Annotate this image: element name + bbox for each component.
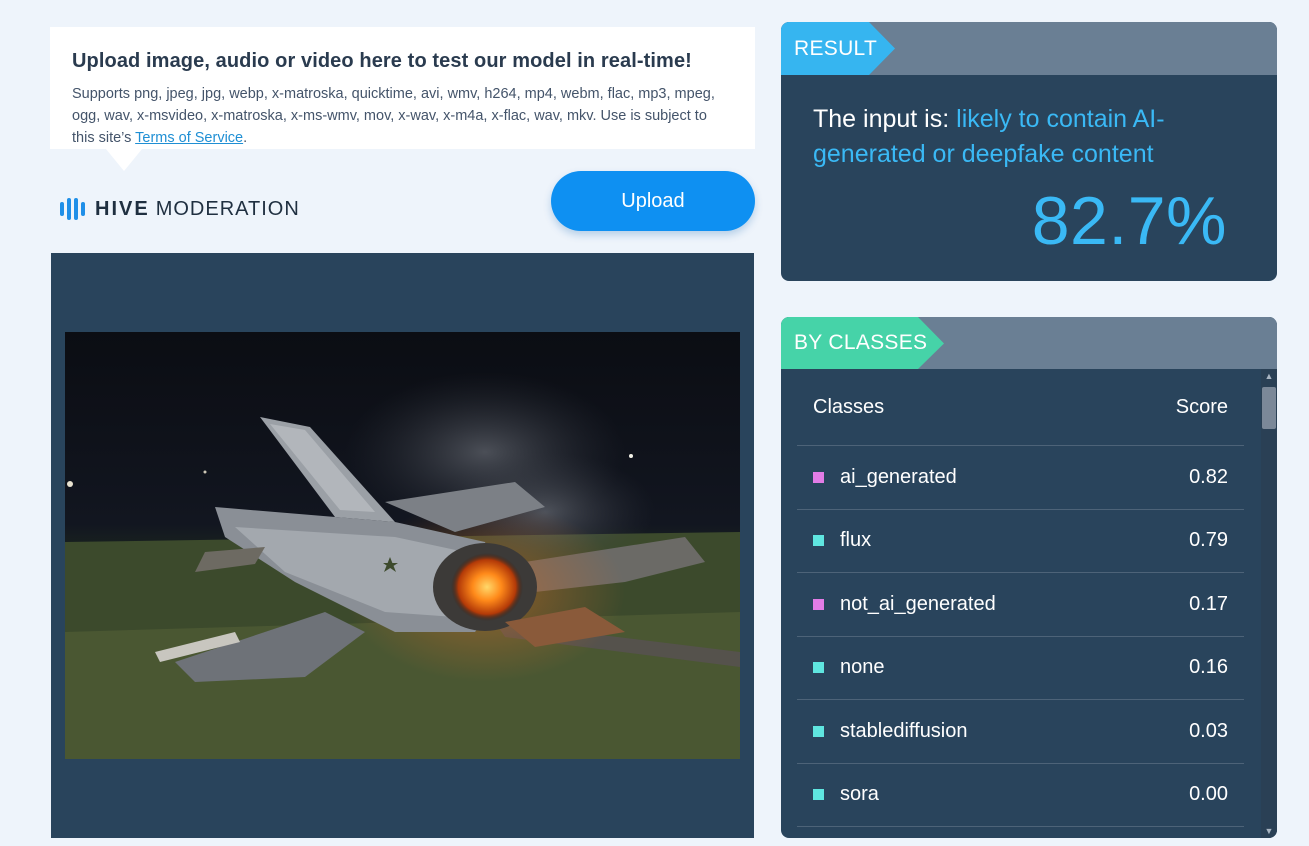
class-score: 0.03 — [1189, 719, 1228, 742]
class-score: 0.16 — [1189, 656, 1228, 679]
upload-button[interactable]: Upload — [551, 171, 755, 231]
uploaded-image-preview — [65, 332, 740, 759]
scroll-thumb[interactable] — [1262, 387, 1276, 429]
result-tab: RESULT — [781, 22, 895, 75]
class-color-swatch — [813, 471, 824, 483]
class-name-cell: ai_generated — [813, 466, 957, 489]
logo-word-hive: HIVE — [95, 197, 150, 220]
upload-info-card: Upload image, audio or video here to tes… — [50, 27, 755, 171]
upload-info-title: Upload image, audio or video here to tes… — [72, 50, 692, 72]
crashed-jet-image — [65, 332, 740, 759]
class-row: flux 0.79 — [797, 510, 1244, 573]
result-card-header: RESULT — [781, 22, 1277, 75]
media-preview-panel — [51, 253, 754, 838]
class-score: 0.00 — [1189, 783, 1228, 806]
by-classes-tab: BY CLASSES — [781, 317, 944, 369]
class-name: none — [840, 656, 885, 679]
scroll-up-arrow-icon[interactable]: ▲ — [1261, 369, 1277, 383]
result-prefix: The input is: — [813, 105, 957, 133]
classes-card: BY CLASSES Classes Score ai_generated 0.… — [781, 317, 1277, 838]
terms-suffix: . — [243, 130, 248, 146]
class-color-swatch — [813, 535, 824, 547]
class-name: not_ai_generated — [840, 592, 996, 615]
class-name-cell: not_ai_generated — [813, 593, 996, 616]
result-percentage: 82.7% — [1031, 183, 1227, 259]
class-row: none 0.16 — [797, 637, 1244, 700]
logo-word-moderation: MODERATION — [155, 197, 300, 220]
class-name: sora — [840, 783, 879, 806]
score-column-header: Score — [1175, 395, 1228, 418]
class-color-swatch — [813, 725, 824, 737]
class-name-cell: stablediffusion — [813, 720, 968, 743]
class-color-swatch — [813, 789, 824, 801]
result-card: RESULT The input is: likely to contain A… — [781, 22, 1277, 281]
class-name: flux — [840, 529, 872, 552]
class-row: stablediffusion 0.03 — [797, 700, 1244, 764]
classes-column-header: Classes — [813, 395, 885, 418]
terms-of-service-link[interactable]: Terms of Service — [135, 130, 243, 146]
class-name: stablediffusion — [840, 719, 968, 742]
hive-moderation-logo[interactable]: HIVE MODERATION — [60, 196, 300, 222]
class-score: 0.17 — [1189, 592, 1228, 615]
class-row: sora 0.00 — [797, 764, 1244, 827]
class-score: 0.82 — [1189, 465, 1228, 488]
classes-scrollbar[interactable]: ▲ ▼ — [1261, 369, 1277, 838]
classes-table: Classes Score ai_generated 0.82 flux 0.7… — [797, 369, 1244, 838]
class-name-cell: none — [813, 656, 885, 679]
scroll-down-arrow-icon[interactable]: ▼ — [1261, 824, 1277, 838]
class-color-swatch — [813, 598, 824, 610]
classes-card-header: BY CLASSES — [781, 317, 1277, 369]
classes-table-header: Classes Score — [797, 369, 1244, 446]
supported-formats-text: Supports png, jpeg, jpg, webp, x-matrosk… — [72, 83, 733, 149]
result-summary: The input is: likely to contain AI-gener… — [813, 102, 1233, 172]
class-name-cell: flux — [813, 529, 871, 552]
class-color-swatch — [813, 662, 824, 674]
hive-bars-icon — [60, 198, 85, 220]
class-name-cell: sora — [813, 783, 879, 806]
class-row: ai_generated 0.82 — [797, 446, 1244, 510]
class-score: 0.79 — [1189, 529, 1228, 552]
class-row: not_ai_generated 0.17 — [797, 573, 1244, 637]
class-name: ai_generated — [840, 465, 957, 488]
